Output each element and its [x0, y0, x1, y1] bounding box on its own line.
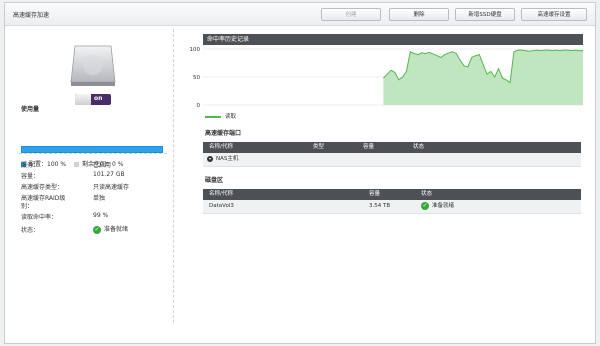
volume-capacity: 3.54 TB	[369, 203, 391, 209]
col-name: 名称/代称	[209, 191, 233, 197]
cache-toggle[interactable]: on	[75, 94, 111, 105]
cache-port-header: 名称/代称 类型 容量 状态	[203, 142, 581, 153]
left-panel: on 使用量 配置：100 % 剩余空间：0 % 服务： 已启用 容量： 101…	[5, 26, 173, 343]
separator	[19, 153, 167, 154]
row-name-text: NAS主机	[216, 156, 239, 162]
volume-status-text: 准备就绪	[432, 203, 455, 209]
volumes-header: 名称/代称 容量 状态	[203, 189, 581, 200]
y-tick-label: 100	[190, 47, 201, 53]
row-name: ▾ NAS主机	[207, 153, 238, 166]
free-swatch	[73, 162, 79, 167]
window-title: 高速缓存加速	[13, 12, 50, 19]
create-button[interactable]: 创建	[321, 8, 381, 21]
info-label-cache-type: 高速缓存类型：	[21, 184, 64, 191]
check-circle-icon: ✓	[421, 201, 429, 210]
col-type: 类型	[313, 144, 325, 150]
col-status: 状态	[421, 191, 433, 197]
expand-icon[interactable]: ▾	[207, 155, 213, 162]
y-tick-label: 0	[197, 103, 201, 109]
info-label-status: 状态：	[21, 227, 40, 234]
ssd-drive-icon	[70, 45, 116, 86]
col-name: 名称/代称	[209, 144, 233, 150]
info-label-hit-rate: 读取命中率：	[21, 214, 58, 221]
chart-series-area	[383, 50, 583, 105]
info-value-capacity: 101.27 GB	[93, 171, 125, 178]
right-panel: 命中率历史记录 100 50 0 读取 高速缓存端口 名称/代称 类型 容量 状态 …	[185, 26, 595, 343]
delete-button[interactable]: 删除	[389, 8, 449, 21]
volumes-title: 磁盘区	[205, 177, 224, 184]
chart-header: 命中率历史记录	[203, 34, 583, 45]
info-label-raid-2: 别：	[21, 203, 34, 210]
cache-port-title: 高速缓存端口	[205, 130, 242, 137]
chart-legend: 读取	[205, 112, 236, 120]
info-value-raid: 单独	[93, 195, 106, 202]
chart-y-ticks: 100 50 0	[190, 47, 201, 109]
col-capacity: 容量	[363, 144, 375, 150]
legend-line	[205, 115, 221, 118]
table-row[interactable]: ▾ NAS主机	[203, 153, 581, 167]
add-ssd-button[interactable]: 新增SSD硬盘	[455, 8, 515, 21]
status-text: 准备就绪	[104, 226, 129, 233]
col-status: 状态	[413, 144, 425, 150]
info-value-hit-rate: 99 %	[93, 212, 109, 219]
panel-divider	[173, 29, 174, 323]
toggle-knob	[75, 94, 91, 105]
usage-bar	[21, 146, 163, 153]
col-capacity: 容量	[369, 191, 381, 197]
table-row[interactable]: DataVol3 3.54 TB ✓ 准备就绪	[203, 200, 581, 214]
info-value-service: 已启用	[93, 162, 112, 169]
cache-settings-button[interactable]: 高速缓存设置	[521, 8, 587, 21]
toolbar: 高速缓存加速 创建 删除 新增SSD硬盘 高速缓存设置	[5, 3, 595, 26]
volume-status: ✓ 准备就绪	[421, 200, 454, 213]
y-tick-label: 50	[193, 75, 200, 81]
cache-acceleration-window: 高速缓存加速 创建 删除 新增SSD硬盘 高速缓存设置 on 使用量 配置：10…	[4, 2, 596, 344]
volume-name: DataVol3	[209, 203, 234, 209]
info-value-status: ✓ 准备就绪	[93, 224, 128, 234]
usage-title: 使用量	[21, 106, 40, 113]
info-label-capacity: 容量：	[21, 173, 40, 180]
legend-label: 读取	[225, 114, 237, 120]
hit-rate-chart: 100 50 0	[190, 47, 583, 109]
info-value-cache-type: 只读高速缓存	[93, 184, 130, 191]
info-label-service: 服务：	[21, 162, 40, 169]
toggle-label: on	[94, 95, 103, 102]
check-circle-icon: ✓	[93, 225, 101, 234]
